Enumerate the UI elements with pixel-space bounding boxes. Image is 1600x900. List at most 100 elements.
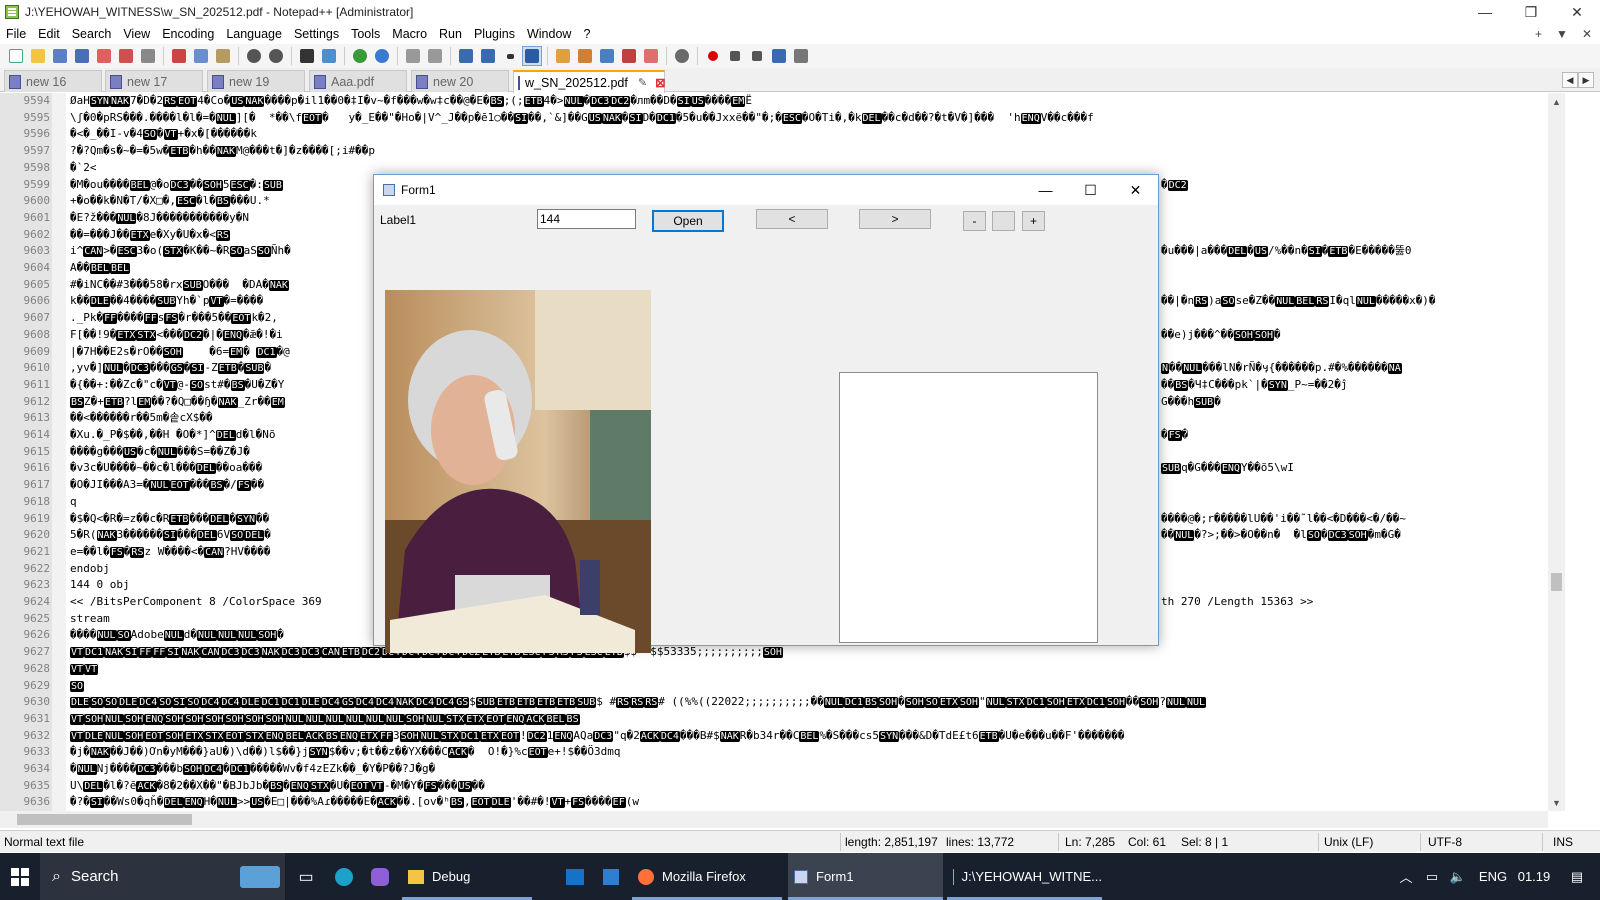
menu-language[interactable]: Language [220, 27, 288, 41]
code-line[interactable]: ØaHSYN NAK7�D�2RS EOT4�Co�US NAK����p�il1��… [70, 93, 1546, 110]
function-list-icon[interactable] [575, 46, 595, 66]
cut-icon[interactable] [169, 46, 189, 66]
paste-icon[interactable] [213, 46, 233, 66]
code-line-fragment[interactable]: SUBq�G���ENQY��õ5\wI [1161, 460, 1547, 477]
menu-settings[interactable]: Settings [288, 27, 345, 41]
form1-close-button[interactable]: ✕ [1113, 175, 1158, 205]
form1-minimize-button[interactable]: — [1023, 175, 1068, 205]
code-line[interactable]: �j�NAK��J��)Ơn�yM���}aU�)\d��)l$��}jSYN$… [70, 744, 1546, 761]
zoom-reset-button[interactable] [992, 211, 1015, 231]
record-macro-icon[interactable] [703, 46, 723, 66]
code-line-fragment[interactable]: G���hSUB� [1161, 394, 1547, 411]
monitoring-icon[interactable] [641, 46, 661, 66]
status-insert-mode[interactable]: INS [1553, 835, 1573, 849]
indent-guide-icon[interactable] [522, 46, 542, 66]
code-line-fragment[interactable]: �u���|a���DEL�US/%��n�SI�ETB�E�����뚫0 [1161, 243, 1547, 260]
preview-icon[interactable] [672, 46, 692, 66]
menu-window[interactable]: Window [521, 27, 577, 41]
sync-horizontal-icon[interactable] [425, 46, 445, 66]
save-icon[interactable] [50, 46, 70, 66]
taskbar-item-firefox[interactable]: Mozilla Firefox [632, 853, 782, 900]
task-view-icon[interactable]: ▭ [292, 853, 320, 900]
page-number-input[interactable] [537, 209, 636, 229]
tab-new-17[interactable]: new 17 [105, 70, 203, 92]
stop-macro-icon[interactable] [725, 46, 745, 66]
code-line[interactable]: VT VT [70, 661, 1546, 678]
code-line[interactable]: U\DEL�l�?ēACK�8�2��X��"�BJbJb�BS�ENQ STX�… [70, 778, 1546, 795]
code-line-fragment[interactable]: �DC2 [1161, 177, 1547, 194]
menu-tools[interactable]: Tools [345, 27, 386, 41]
menu-file[interactable]: File [0, 27, 32, 41]
code-line-fragment[interactable]: ��|�nRS)aSOse�Z��NUL BEL RSI�qlNUL�����x�)… [1161, 293, 1547, 310]
maximize-button[interactable]: ❐ [1508, 0, 1554, 24]
minimize-button[interactable]: — [1462, 0, 1508, 24]
form1-maximize-button[interactable]: ☐ [1068, 175, 1113, 205]
zoom-out-icon[interactable] [372, 46, 392, 66]
tab-aaa-pdf[interactable]: Aaa.pdf [309, 70, 407, 92]
open-button[interactable]: Open [652, 210, 724, 232]
run-macro-multiple-icon[interactable] [769, 46, 789, 66]
pin-icon[interactable]: ✎ [638, 76, 647, 89]
search-highlight-icon[interactable] [238, 853, 282, 900]
code-line-fragment[interactable]: ��NUL�?>;��>�O��n� �lSO�DC3 SOH�m�G� [1161, 527, 1547, 544]
taskbar-item-debug[interactable]: Debug [402, 853, 532, 900]
doc-map-icon[interactable] [553, 46, 573, 66]
menu-encoding[interactable]: Encoding [156, 27, 220, 41]
replace-icon[interactable] [319, 46, 339, 66]
doc-list-icon[interactable] [619, 46, 639, 66]
play-macro-icon[interactable] [747, 46, 767, 66]
status-eol[interactable]: Unix (LF) [1324, 835, 1373, 849]
save-macro-icon[interactable] [791, 46, 811, 66]
tab-new-16[interactable]: new 16 [4, 70, 102, 92]
tab-new-20[interactable]: new 20 [411, 70, 509, 92]
code-line[interactable]: VT DLE NUL SOH EOT SOH ETX STX EOT STX ENQ BEL ACK BS… [70, 728, 1546, 745]
store-icon[interactable] [596, 853, 626, 900]
close-all-icon[interactable] [116, 46, 136, 66]
vertical-scrollbar[interactable]: ▲ ▼ [1548, 93, 1565, 811]
taskbar-item-form1[interactable]: Form1 [788, 853, 943, 900]
add-tab-icon[interactable]: + [1535, 24, 1542, 44]
zoom-in-icon[interactable] [350, 46, 370, 66]
word-wrap-icon[interactable] [456, 46, 476, 66]
folder-workspace-icon[interactable] [597, 46, 617, 66]
menu-view[interactable]: View [117, 27, 156, 41]
tab-new-19[interactable]: new 19 [207, 70, 305, 92]
code-line[interactable]: �NULNj����DC3���bSOH DC4�DC1�����Wv�f4zEZ… [70, 761, 1546, 778]
undo-icon[interactable] [244, 46, 264, 66]
code-line-fragment[interactable]: �FS� [1161, 427, 1547, 444]
horizontal-scroll-thumb[interactable] [17, 814, 192, 825]
menu-search[interactable]: Search [66, 27, 118, 41]
code-line-fragment[interactable]: ��e)j���^��SOH SOH� [1161, 327, 1547, 344]
code-line[interactable]: VT DC1 NAK SI FF FF SI NAK CAN DC3 DC3 NAK DC3 DC3 CAN… [70, 644, 1546, 661]
copilot-icon[interactable] [366, 853, 394, 900]
status-encoding[interactable]: UTF-8 [1428, 835, 1462, 849]
redo-icon[interactable] [266, 46, 286, 66]
clock[interactable]: 01.19 [1514, 853, 1554, 900]
code-line[interactable]: VT SOH NUL SOH ENQ SOH SOH SOH SOH SOH SOH NUL NUL NU… [70, 711, 1546, 728]
dropdown-icon[interactable] [500, 46, 520, 66]
menu-help[interactable]: ? [577, 27, 596, 41]
windows-start-icon[interactable] [0, 853, 40, 900]
code-line-fragment[interactable]: ��BS�Ч‡C���pk`|�SYN_P~=��2�ĵ [1161, 377, 1547, 394]
language-indicator[interactable]: ENG [1476, 853, 1510, 900]
code-line-fragment[interactable]: th 270 /Length 15363 >> [1161, 594, 1547, 611]
tray-chevron-icon[interactable]: ︿ [1396, 853, 1416, 900]
tab-w-sn-202512[interactable]: w_SN_202512.pdf ✎ ⊠ [513, 70, 666, 93]
scroll-down-icon[interactable]: ▼ [1548, 794, 1565, 811]
code-line-fragment[interactable]: ����@�;r�����lU��'i��˜l��<�D���<�/��~ [1161, 511, 1547, 528]
tab-scroll-right-button[interactable]: ▶ [1578, 72, 1594, 88]
prev-button[interactable]: < [756, 209, 828, 229]
menu-plugins[interactable]: Plugins [468, 27, 521, 41]
edge-icon[interactable] [330, 853, 358, 900]
network-icon[interactable]: ▭ [1420, 853, 1444, 900]
code-line[interactable]: \ʃ�0�pRS���.����l�l�=�NUL][� *��\fEOT� y… [70, 110, 1546, 127]
notifications-icon[interactable]: ▤ [1560, 853, 1594, 900]
outlook-icon[interactable] [560, 853, 590, 900]
new-file-icon[interactable] [6, 46, 26, 66]
menu-run[interactable]: Run [433, 27, 468, 41]
close-file-icon[interactable] [94, 46, 114, 66]
sync-vertical-icon[interactable] [403, 46, 423, 66]
code-line[interactable]: DLE SO SO DLE DC4 SO SI SO DC4 DC4 DLE DC1 DC1 DLE DC4… [70, 694, 1546, 711]
code-line[interactable]: �?�SI��Ws0�qȟ�DEL ENQH�NUL>>US�E□|���%Aɾ�… [70, 794, 1546, 811]
horizontal-scrollbar[interactable] [0, 811, 1548, 828]
